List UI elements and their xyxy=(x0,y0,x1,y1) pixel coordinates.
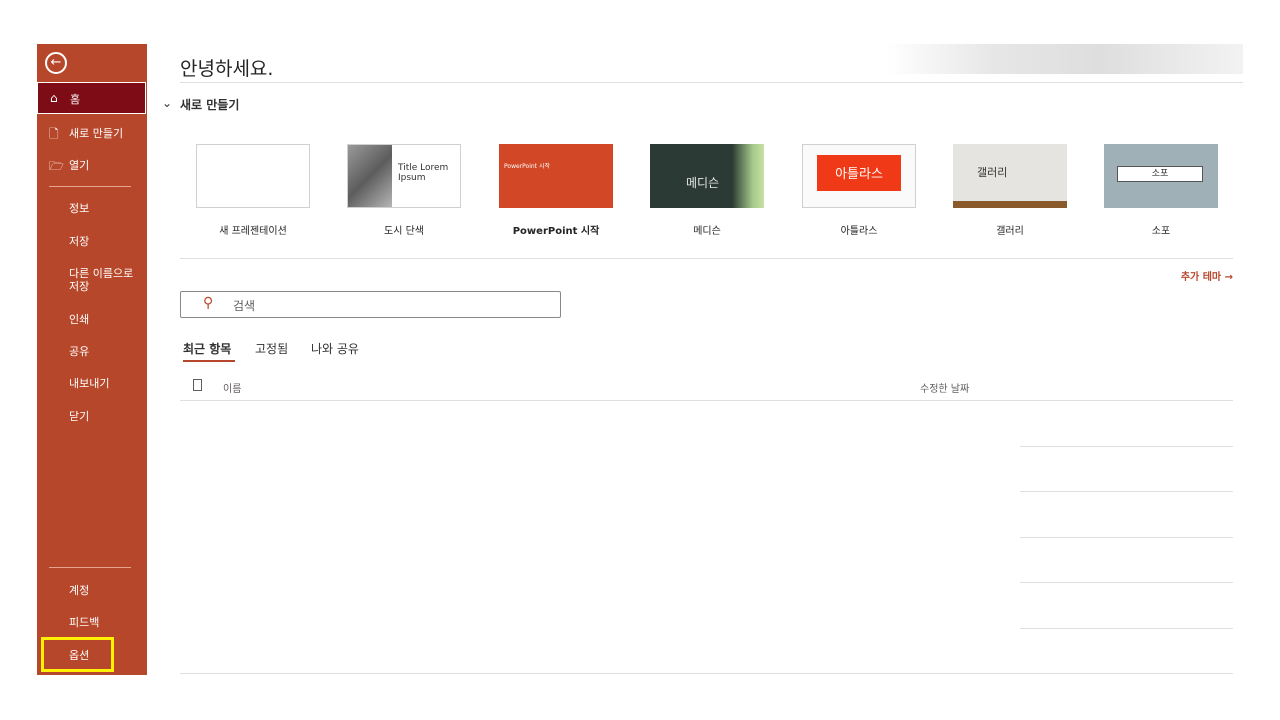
sidebar-item-account[interactable]: 계정 xyxy=(37,584,147,597)
template-blank[interactable]: 새 프레젠테이션 xyxy=(196,144,310,237)
sidebar-item-save[interactable]: 저장 xyxy=(37,235,147,248)
template-thumbnail: PowerPoint 시작 xyxy=(499,144,613,208)
template-name: 소포 xyxy=(1151,226,1171,237)
sidebar-item-home[interactable]: ⌂ 홈 xyxy=(37,82,146,114)
back-arrow-icon[interactable]: ← xyxy=(45,52,67,74)
template-name: 메디슨 xyxy=(693,226,721,237)
file-icon xyxy=(193,379,202,391)
template-gallery[interactable]: 갤러리 갤러리 xyxy=(953,144,1067,237)
header-divider xyxy=(180,400,1233,401)
template-powerpoint-start[interactable]: PowerPoint 시작 PowerPoint 시작 xyxy=(499,144,613,237)
row-divider xyxy=(1020,491,1233,492)
thumb-red-banner: 아틀라스 xyxy=(817,155,901,191)
row-divider xyxy=(1020,537,1233,538)
template-name: 도시 단색 xyxy=(384,226,424,237)
search-placeholder: 검색 xyxy=(233,299,256,313)
thumb-title: 갤러리 xyxy=(977,166,1008,179)
template-name: PowerPoint 시작 xyxy=(512,226,600,237)
page-title: 안녕하세요. xyxy=(180,58,274,80)
sidebar-item-save-as[interactable]: 다른 이름으로 저장 xyxy=(37,267,137,293)
template-name: 새 프레젠테이션 xyxy=(219,226,287,237)
thumb-title: PowerPoint 시작 xyxy=(504,163,550,170)
template-name: 갤러리 xyxy=(996,226,1024,237)
stairs-image xyxy=(348,145,392,207)
thumb-title: Title Lorem Ipsum xyxy=(398,163,449,183)
sidebar-item-feedback[interactable]: 피드백 xyxy=(37,616,147,629)
template-thumbnail: Title Lorem Ipsum xyxy=(347,144,461,208)
section-title: 새로 만들기 xyxy=(180,98,240,112)
chevron-down-icon: ⌄ xyxy=(162,96,173,110)
sidebar: ← ⌂ 홈 🗋 새로 만들기 🗁 열기 정보 저장 다른 이름으로 저장 인쇄 … xyxy=(37,44,147,675)
header-decoration xyxy=(887,44,1243,74)
thumb-wood-floor xyxy=(953,201,1067,208)
sidebar-item-close[interactable]: 닫기 xyxy=(37,410,147,423)
sidebar-item-label: 새로 만들기 xyxy=(69,127,124,140)
sidebar-item-label: 열기 xyxy=(69,159,90,172)
sidebar-item-share[interactable]: 공유 xyxy=(37,345,147,358)
template-madison[interactable]: 메디슨 메디슨 xyxy=(650,144,764,237)
template-atlas[interactable]: 아틀라스 아틀라스 xyxy=(802,144,916,237)
template-name: 아틀라스 xyxy=(840,226,878,237)
column-header-modified[interactable]: 수정한 날짜 xyxy=(920,380,969,395)
active-tab-indicator xyxy=(183,360,235,362)
row-divider xyxy=(1020,628,1233,629)
template-thumbnail: 소포 xyxy=(1104,144,1218,208)
column-header-name[interactable]: 이름 xyxy=(223,380,241,395)
tab-recent[interactable]: 최근 항목 xyxy=(183,340,231,357)
template-thumbnail: 갤러리 xyxy=(953,144,1067,208)
backstage-view: ← ⌂ 홈 🗋 새로 만들기 🗁 열기 정보 저장 다른 이름으로 저장 인쇄 … xyxy=(37,44,1243,675)
sidebar-divider xyxy=(49,186,131,187)
template-city[interactable]: Title Lorem Ipsum 도시 단색 xyxy=(347,144,461,237)
list-bottom-divider xyxy=(180,673,1233,674)
sidebar-item-print[interactable]: 인쇄 xyxy=(37,313,147,326)
template-thumbnail: 메디슨 xyxy=(650,144,764,208)
new-document-icon: 🗋 xyxy=(49,127,59,141)
folder-open-icon: 🗁 xyxy=(49,159,64,173)
divider xyxy=(180,258,1233,259)
template-thumbnail xyxy=(196,144,310,208)
tab-pinned[interactable]: 고정됨 xyxy=(255,340,288,357)
thumb-title: 아틀라스 xyxy=(835,167,883,182)
tab-shared[interactable]: 나와 공유 xyxy=(311,340,359,357)
search-icon: ⚲ xyxy=(203,295,214,311)
thumb-title: 소포 xyxy=(1117,166,1203,182)
row-divider xyxy=(1020,446,1233,447)
home-icon: ⌂ xyxy=(50,91,58,105)
thumb-title: 메디슨 xyxy=(686,176,720,190)
template-parcel[interactable]: 소포 소포 xyxy=(1104,144,1218,237)
sidebar-item-info[interactable]: 정보 xyxy=(37,202,147,215)
sidebar-divider xyxy=(49,567,131,568)
sidebar-item-label: 홈 xyxy=(70,93,81,106)
row-divider xyxy=(1020,582,1233,583)
divider xyxy=(180,82,1243,83)
template-thumbnail: 아틀라스 xyxy=(802,144,916,208)
options-highlight-box xyxy=(41,637,114,672)
search-input[interactable]: ⚲ 검색 xyxy=(180,291,561,318)
sidebar-item-export[interactable]: 내보내기 xyxy=(37,377,147,390)
more-themes-link[interactable]: 추가 테마 → xyxy=(1181,268,1233,283)
